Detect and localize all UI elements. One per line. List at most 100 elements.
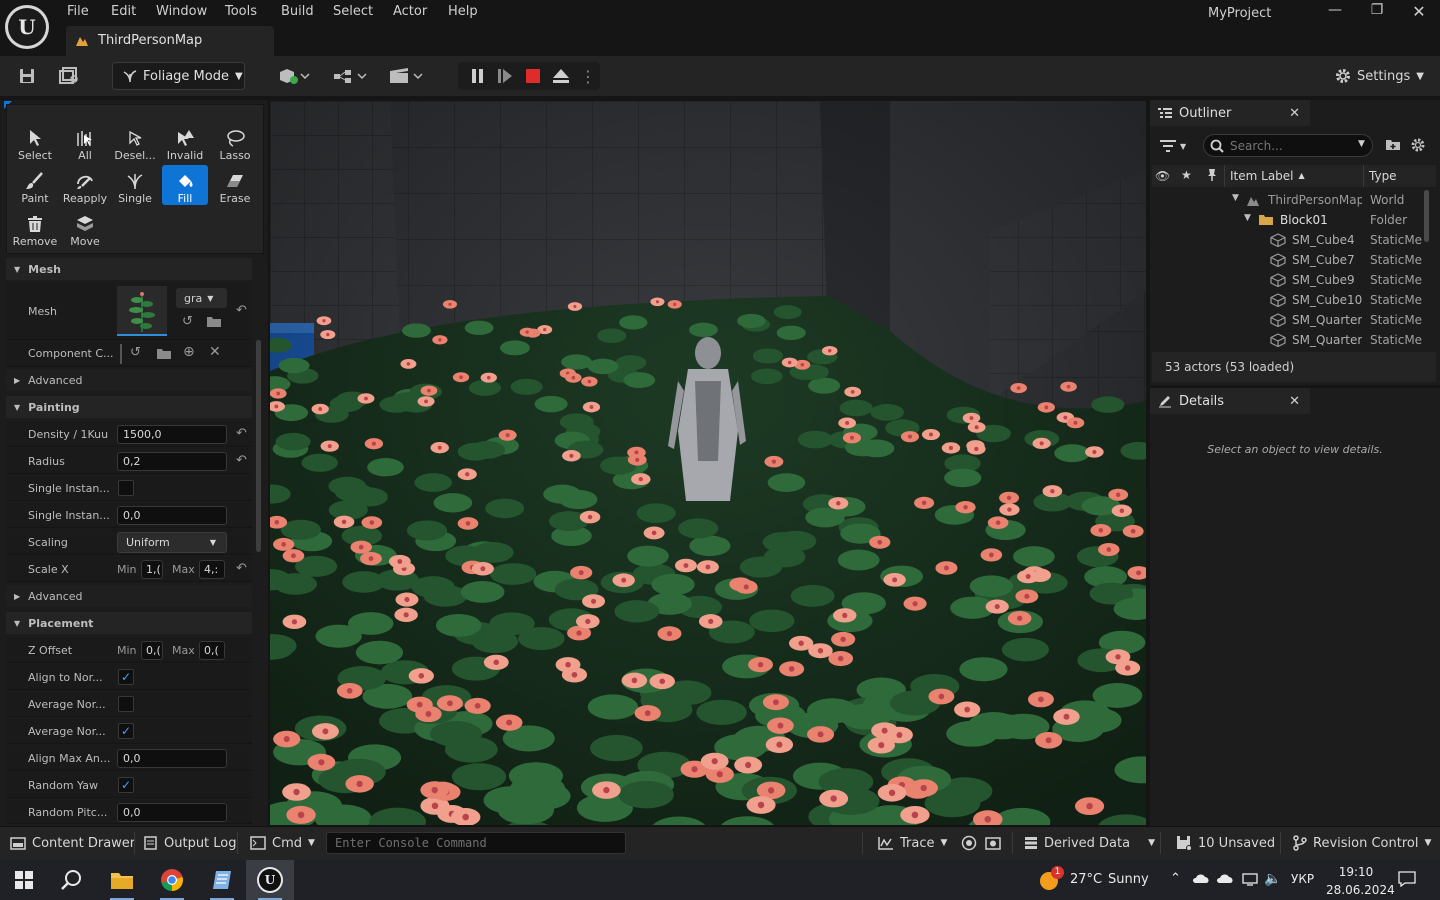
pause-icon[interactable]: [464, 62, 490, 90]
eject-icon[interactable]: [548, 62, 574, 90]
menu-help[interactable]: Help: [448, 4, 478, 19]
restore-icon[interactable]: ❐: [1356, 2, 1398, 24]
reset-icon[interactable]: ↶: [236, 426, 247, 441]
use-selected-icon[interactable]: ↺: [182, 314, 193, 329]
unsaved-button[interactable]: 10 Unsaved: [1176, 826, 1275, 860]
tool-reapply[interactable]: Reapply: [62, 165, 108, 205]
add-icon[interactable]: ⊕: [183, 344, 195, 360]
stop-icon[interactable]: [520, 62, 546, 90]
file-explorer-icon[interactable]: [98, 860, 146, 900]
tab-outliner[interactable]: Outliner ✕: [1150, 100, 1310, 126]
mode-dropdown[interactable]: Foliage Mode ▼: [112, 62, 245, 90]
reset-icon[interactable]: ↶: [236, 453, 247, 468]
onedrive-icon[interactable]: [1192, 872, 1210, 887]
tool-select[interactable]: Select: [12, 122, 58, 162]
outliner-row[interactable]: SM_Cube7 StaticMe: [1152, 250, 1436, 270]
taskbar-search-icon[interactable]: [48, 860, 96, 900]
chrome-icon[interactable]: [148, 860, 196, 900]
outliner-row[interactable]: SM_Quarter(StaticMe: [1152, 310, 1436, 330]
column-item-label[interactable]: Item Label ▲: [1230, 169, 1305, 183]
browse-asset-icon[interactable]: [156, 346, 172, 363]
tool-paint[interactable]: Paint: [12, 165, 58, 205]
screenshot-icon[interactable]: [985, 826, 1001, 860]
random-yaw-checkbox[interactable]: ✓: [118, 777, 134, 793]
cloud-icon[interactable]: [1216, 871, 1234, 888]
browse-content-icon[interactable]: [56, 62, 84, 90]
tool-erase[interactable]: Erase: [212, 165, 258, 205]
menu-actor[interactable]: Actor: [393, 4, 427, 19]
tool-fill[interactable]: Fill: [162, 165, 208, 205]
menu-edit[interactable]: Edit: [111, 4, 136, 19]
scalex-max-input[interactable]: 4,:: [199, 560, 225, 579]
unreal-logo-icon[interactable]: U: [5, 5, 49, 49]
use-selected-icon[interactable]: ↺: [130, 345, 141, 360]
outliner-search[interactable]: ▼: [1203, 134, 1373, 157]
tool-single[interactable]: Single: [112, 165, 158, 205]
outliner-scrollbar[interactable]: [1424, 190, 1429, 242]
align-normal-checkbox[interactable]: ✓: [118, 669, 134, 685]
cmd-dropdown[interactable]: Cmd ▼: [250, 826, 315, 860]
scaling-dropdown[interactable]: Uniform ▼: [117, 532, 227, 553]
tool-all[interactable]: All: [62, 122, 108, 162]
tray-chevron-up-icon[interactable]: ⌃: [1170, 871, 1181, 886]
average-normal-checkbox[interactable]: [118, 696, 134, 712]
volume-icon[interactable]: 🔈: [1264, 871, 1281, 887]
radius-input[interactable]: 0,2: [117, 452, 227, 471]
step-icon[interactable]: [492, 62, 518, 90]
reset-icon[interactable]: ↶: [236, 303, 247, 318]
blueprint-icon[interactable]: [330, 62, 370, 90]
close-icon[interactable]: ✕: [1289, 106, 1300, 121]
average-normal-2-checkbox[interactable]: ✓: [118, 723, 134, 739]
language-indicator[interactable]: УКР: [1291, 872, 1314, 886]
density-input[interactable]: 1500,0: [117, 425, 227, 444]
tool-invalid[interactable]: Invalid: [162, 122, 208, 162]
console-command-input[interactable]: Enter Console Command: [326, 832, 626, 854]
menu-tools[interactable]: Tools: [225, 4, 257, 19]
settings-button[interactable]: Settings ▼: [1334, 62, 1424, 90]
menu-file[interactable]: File: [67, 4, 89, 19]
zoffset-min-input[interactable]: 0,(: [141, 641, 163, 660]
outliner-row[interactable]: ▼ Block01 Folder: [1152, 210, 1436, 230]
tool-deselect[interactable]: Desel...: [112, 122, 158, 162]
tool-lasso[interactable]: Lasso: [212, 122, 258, 162]
tool-remove[interactable]: Remove: [12, 208, 58, 248]
content-drawer-button[interactable]: Content Drawer: [10, 826, 135, 860]
menu-build[interactable]: Build: [281, 4, 314, 19]
outliner-row[interactable]: SM_Cube10 StaticMe: [1152, 290, 1436, 310]
chevron-down-icon[interactable]: ▼: [1358, 139, 1365, 149]
weather-widget[interactable]: 1: [1038, 866, 1064, 892]
menu-select[interactable]: Select: [333, 4, 373, 19]
clock[interactable]: 19:10 28.06.2024: [1326, 863, 1395, 899]
chevron-down-icon[interactable]: ▼: [1244, 213, 1251, 223]
outliner-search-input[interactable]: [1230, 137, 1350, 154]
scalex-min-input[interactable]: 1,(: [141, 560, 163, 579]
reset-icon[interactable]: ↶: [236, 561, 247, 576]
tool-move[interactable]: Move: [62, 208, 108, 248]
outliner-row[interactable]: SM_Quarter(StaticMe: [1152, 330, 1436, 350]
add-actor-icon[interactable]: [274, 62, 314, 90]
minimize-icon[interactable]: —: [1314, 2, 1356, 24]
mesh-picker-dropdown[interactable]: gra ▼: [176, 288, 227, 308]
notepad-icon[interactable]: [198, 860, 246, 900]
clear-icon[interactable]: ✕: [209, 344, 221, 360]
tab-details[interactable]: Details ✕: [1150, 388, 1310, 414]
mesh-thumbnail[interactable]: [117, 286, 167, 336]
close-icon[interactable]: ✕: [1289, 394, 1300, 409]
browse-asset-icon[interactable]: [206, 314, 222, 331]
play-options-icon[interactable]: ⋮: [578, 62, 598, 90]
save-icon[interactable]: [14, 62, 40, 90]
record-icon[interactable]: [961, 826, 977, 860]
zoffset-max-input[interactable]: 0,(: [199, 641, 225, 660]
windows-start-icon[interactable]: [0, 860, 48, 900]
single-instance-checkbox[interactable]: [118, 480, 134, 496]
network-icon[interactable]: [1242, 872, 1258, 889]
section-painting[interactable]: ▼ Painting: [6, 396, 252, 418]
outliner-row[interactable]: SM_Cube4 StaticMe: [1152, 230, 1436, 250]
add-folder-icon[interactable]: [1385, 137, 1401, 154]
section-mesh[interactable]: ▼ Mesh: [6, 258, 252, 280]
chevron-down-icon[interactable]: ▼: [1232, 193, 1239, 203]
trace-dropdown[interactable]: Trace ▼: [878, 826, 947, 860]
derived-data-dropdown[interactable]: Derived Data ▼: [1024, 826, 1155, 860]
cinematics-icon[interactable]: [386, 62, 426, 90]
align-max-input[interactable]: 0,0: [117, 749, 227, 768]
